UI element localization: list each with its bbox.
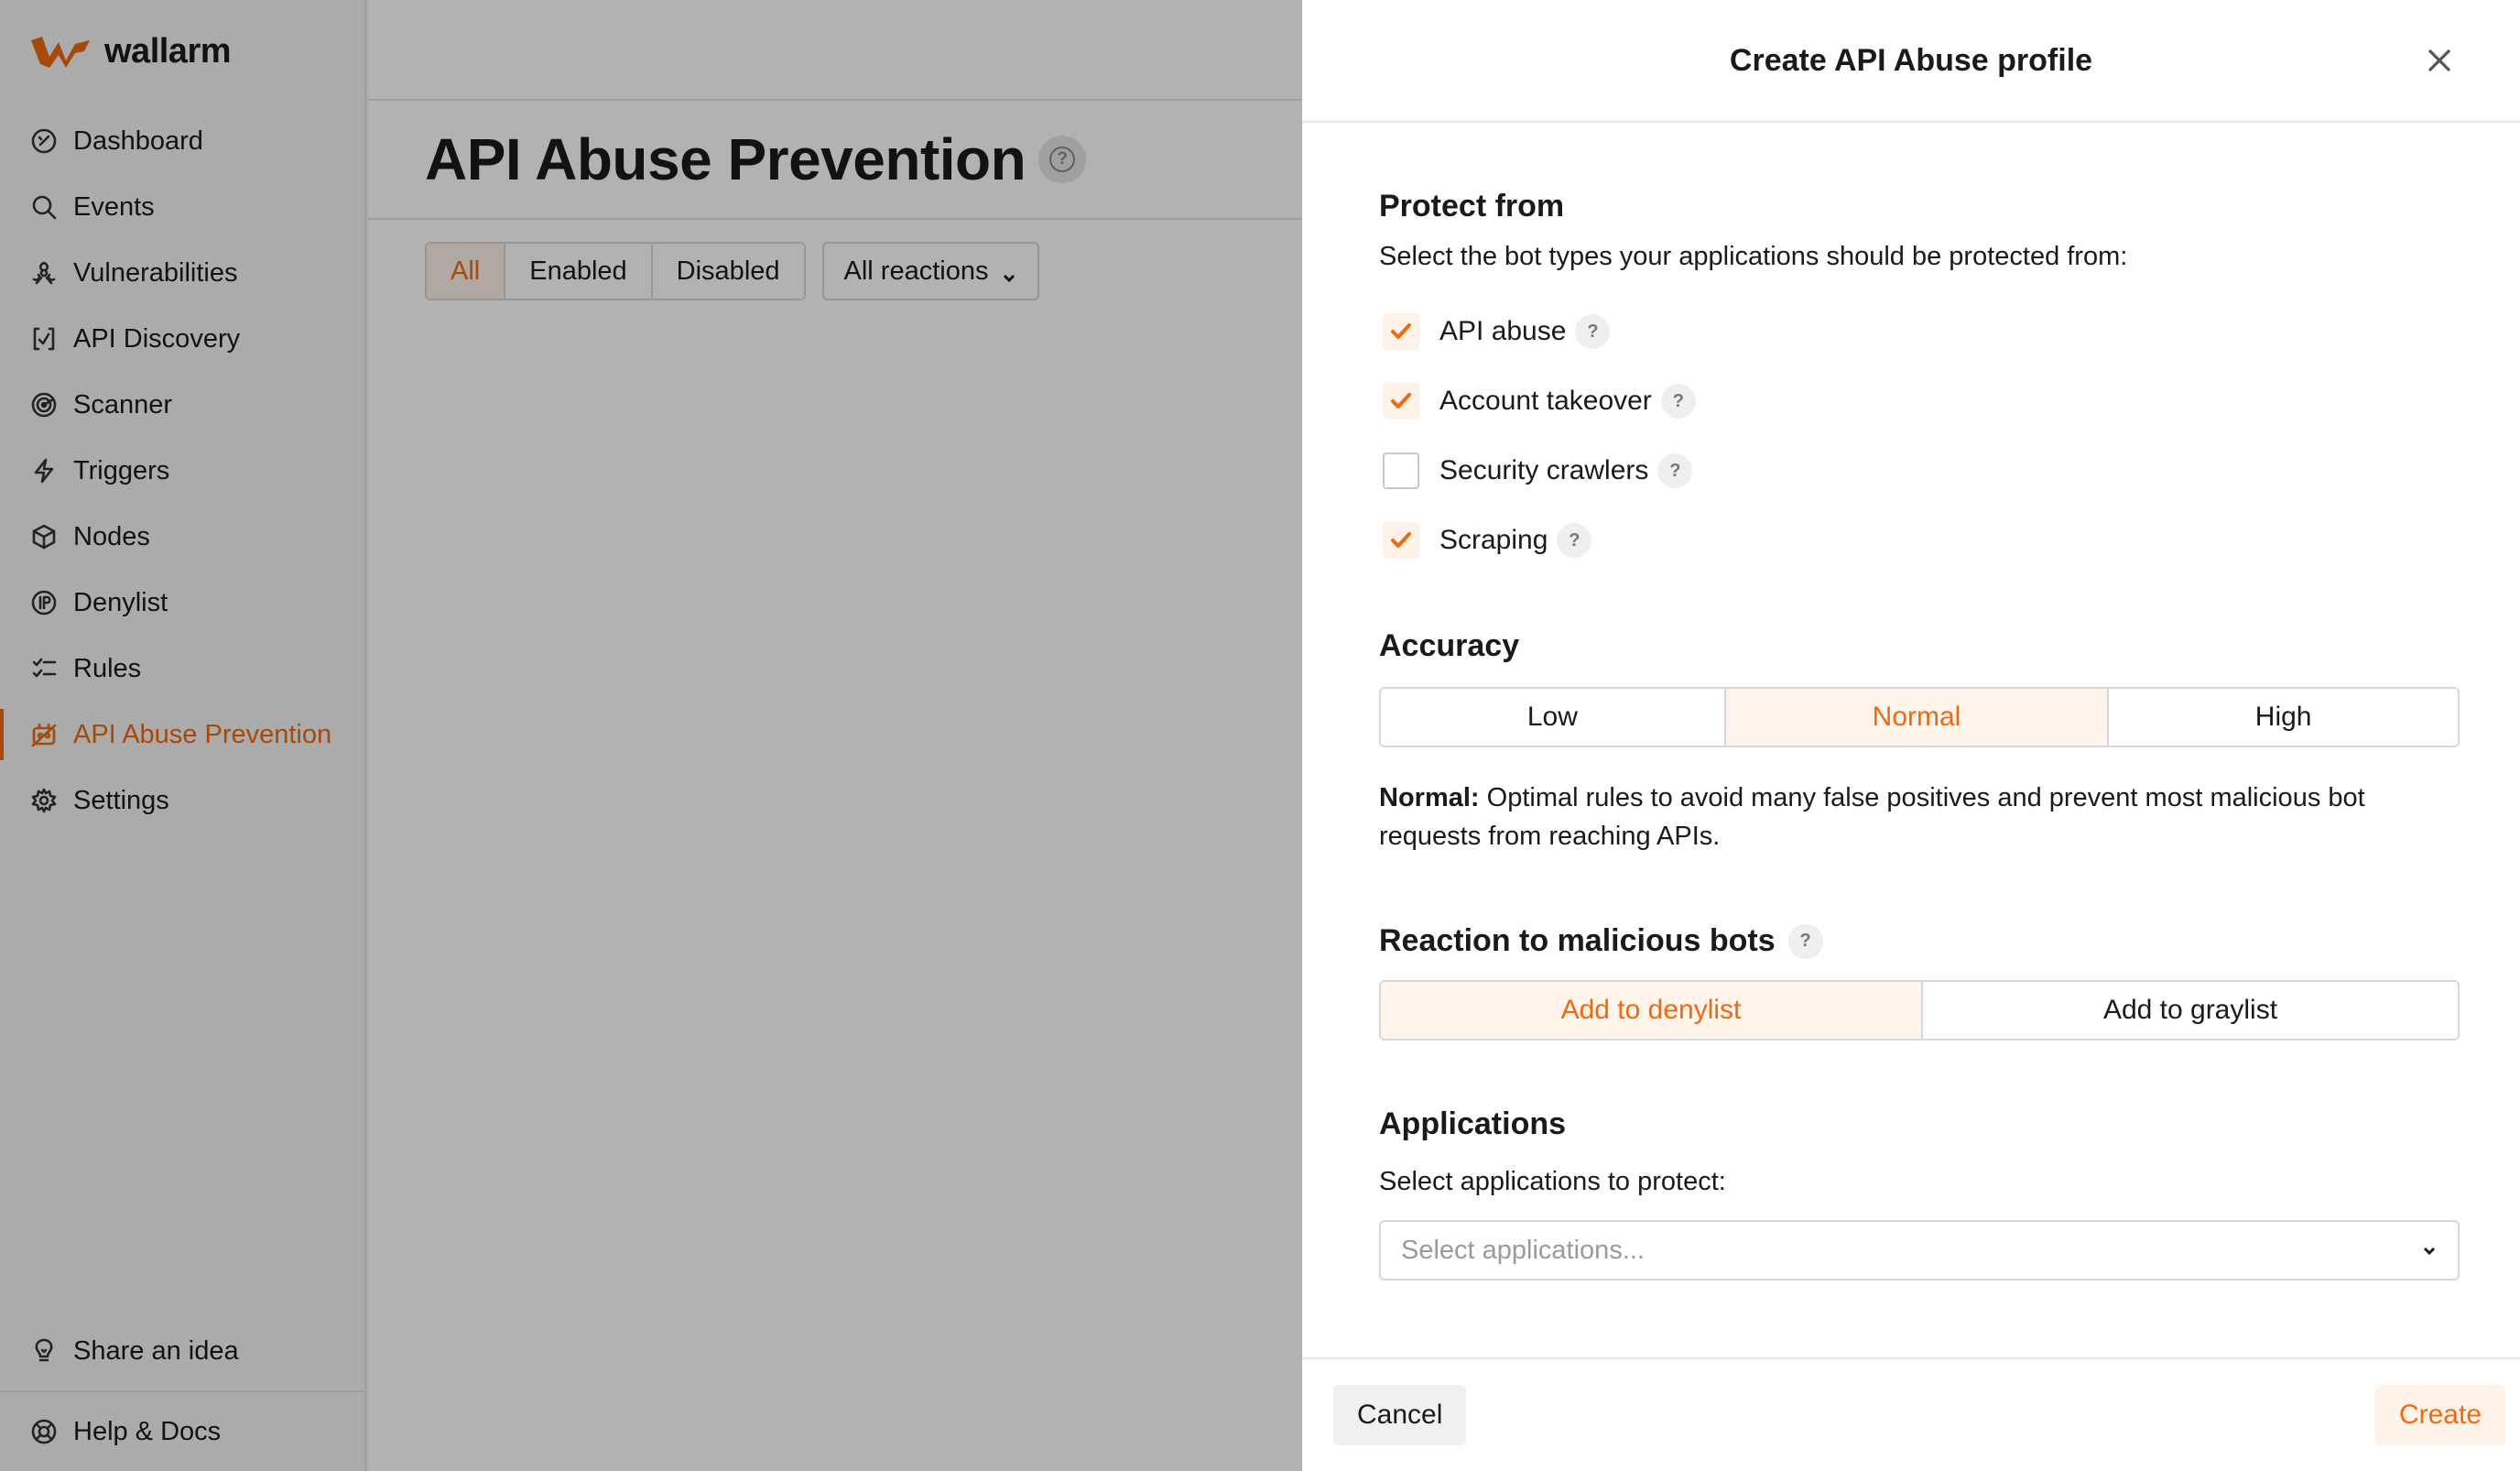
applications-title: Applications bbox=[1379, 1106, 1567, 1141]
reaction-add-to-denylist[interactable]: Add to denylist bbox=[1381, 982, 1923, 1039]
modal-overlay[interactable] bbox=[0, 0, 1302, 1471]
accuracy-selector: Low Normal High bbox=[1379, 687, 2460, 747]
reaction-title: Reaction to malicious bots bbox=[1379, 923, 1776, 958]
checkbox-label: Account takeover bbox=[1439, 386, 1652, 416]
drawer-footer: Cancel Create bbox=[1302, 1357, 2520, 1471]
applications-select-placeholder: Select applications... bbox=[1401, 1235, 1645, 1265]
close-icon bbox=[2428, 49, 2451, 72]
help-icon[interactable]: ? bbox=[1557, 523, 1592, 558]
checkbox-label: Security crawlers bbox=[1439, 455, 1649, 485]
applications-select[interactable]: Select applications... bbox=[1379, 1220, 2460, 1280]
drawer-header: Create API Abuse profile bbox=[1302, 0, 2520, 123]
accuracy-description: Normal: Optimal rules to avoid many fals… bbox=[1379, 779, 2460, 855]
bot-type-scraping[interactable]: Scraping ? bbox=[1379, 506, 1696, 575]
help-icon[interactable]: ? bbox=[1575, 314, 1611, 349]
checkbox-scraping[interactable] bbox=[1383, 522, 1419, 559]
check-icon bbox=[1391, 393, 1411, 409]
checkbox-security-crawlers[interactable] bbox=[1383, 452, 1419, 489]
accuracy-low[interactable]: Low bbox=[1381, 689, 1726, 746]
close-button[interactable] bbox=[2421, 42, 2458, 79]
drawer-title: Create API Abuse profile bbox=[1729, 42, 2093, 78]
protect-from-desc: Select the bot types your applications s… bbox=[1379, 242, 2128, 271]
accuracy-normal[interactable]: Normal bbox=[1725, 689, 2110, 746]
checkbox-api-abuse[interactable] bbox=[1383, 313, 1419, 350]
reaction-header: Reaction to malicious bots ? bbox=[1379, 923, 1823, 959]
accuracy-high[interactable]: High bbox=[2109, 689, 2458, 746]
protect-from-title: Protect from bbox=[1379, 189, 1565, 223]
reaction-add-to-graylist[interactable]: Add to graylist bbox=[1922, 982, 2458, 1039]
accuracy-desc-text: Optimal rules to avoid many false positi… bbox=[1379, 783, 2365, 851]
check-icon bbox=[1391, 532, 1411, 548]
checkbox-account-takeover[interactable] bbox=[1383, 383, 1419, 420]
help-icon[interactable]: ? bbox=[1657, 453, 1693, 488]
cancel-button[interactable]: Cancel bbox=[1333, 1385, 1467, 1445]
chevron-down-icon bbox=[2421, 1242, 2438, 1259]
checkbox-label: Scraping bbox=[1439, 525, 1548, 555]
checkbox-label: API abuse bbox=[1439, 316, 1567, 346]
bot-type-list: API abuse ? Account takeover ? Security … bbox=[1379, 297, 1696, 575]
check-icon bbox=[1391, 323, 1411, 339]
accuracy-title: Accuracy bbox=[1379, 628, 1520, 663]
applications-desc: Select applications to protect: bbox=[1379, 1167, 1726, 1196]
accuracy-desc-label: Normal: bbox=[1379, 783, 1480, 812]
bot-type-account-takeover[interactable]: Account takeover ? bbox=[1379, 366, 1696, 436]
help-icon[interactable]: ? bbox=[1660, 384, 1696, 419]
bot-type-security-crawlers[interactable]: Security crawlers ? bbox=[1379, 436, 1696, 506]
reaction-selector: Add to denylist Add to graylist bbox=[1379, 980, 2460, 1041]
create-profile-drawer: Create API Abuse profile Protect from Se… bbox=[1302, 0, 2520, 1471]
bot-type-api-abuse[interactable]: API abuse ? bbox=[1379, 297, 1696, 366]
create-button[interactable]: Create bbox=[2374, 1385, 2505, 1445]
help-icon[interactable]: ? bbox=[1787, 923, 1823, 959]
